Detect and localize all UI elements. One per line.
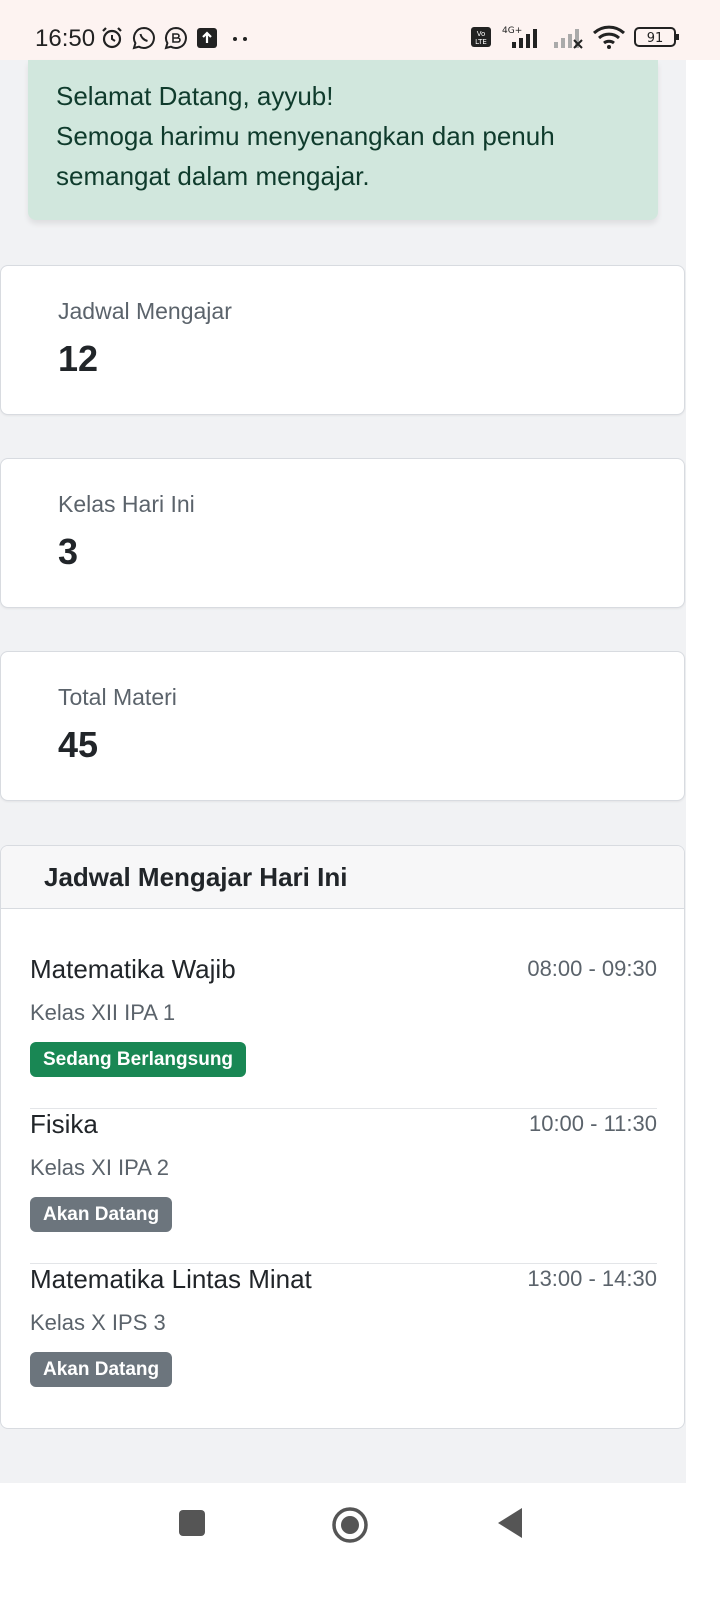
stat-label: Kelas Hari Ini [58, 491, 195, 517]
schedule-subject: Fisika [30, 1109, 98, 1139]
schedule-item[interactable]: Matematika Wajib 08:00 - 09:30 Kelas XII… [30, 954, 657, 1109]
wifi-icon [592, 24, 626, 55]
back-triangle-icon[interactable] [492, 1505, 528, 1546]
status-badge: Akan Datang [30, 1352, 173, 1387]
schedule-class: Kelas XII IPA 1 [30, 1000, 176, 1025]
dashboard-content[interactable]: Selamat Datang, ayyub! Semoga harimu men… [0, 60, 686, 1483]
stat-card-total-materi: Total Materi 45 [0, 651, 685, 801]
svg-text:LTE: LTE [475, 38, 487, 46]
home-circle-icon[interactable] [330, 1505, 370, 1550]
schedule-item[interactable]: Matematika Lintas Minat 13:00 - 14:30 Ke… [30, 1264, 657, 1419]
schedule-title: Jadwal Mengajar Hari Ini [1, 846, 684, 909]
schedule-time: 13:00 - 14:30 [527, 1266, 657, 1291]
welcome-greeting: Selamat Datang, ayyub! [56, 81, 334, 111]
stat-card-jadwal-mengajar: Jadwal Mengajar 12 [0, 265, 685, 415]
schedule-class: Kelas X IPS 3 [30, 1310, 166, 1335]
svg-text:Vo: Vo [477, 30, 486, 38]
schedule-subject: Matematika Wajib [30, 954, 236, 984]
battery-level: 91 [647, 31, 664, 46]
stat-label: Total Materi [58, 684, 177, 710]
status-badge: Akan Datang [30, 1197, 173, 1232]
status-bar: 16:50 Vo LTE 4G+ 91 [0, 0, 720, 60]
schedule-class: Kelas XI IPA 2 [30, 1155, 170, 1180]
schedule-time: 08:00 - 09:30 [527, 956, 657, 981]
upload-icon [196, 27, 218, 54]
network-type-label: 4G+ [502, 26, 522, 36]
schedule-item[interactable]: Fisika 10:00 - 11:30 Kelas XI IPA 2 Akan… [30, 1109, 657, 1264]
recents-square-icon[interactable] [174, 1505, 210, 1546]
schedule-subject: Matematika Lintas Minat [30, 1264, 312, 1294]
stat-card-kelas-hari-ini: Kelas Hari Ini 3 [0, 458, 685, 608]
schedule-time: 10:00 - 11:30 [528, 1111, 657, 1136]
status-badge: Sedang Berlangsung [30, 1042, 247, 1077]
signal-4g-icon: 4G+ [500, 24, 544, 55]
volte-icon: Vo LTE [470, 26, 492, 53]
stat-value: 3 [58, 531, 79, 572]
stat-label: Jadwal Mengajar [58, 298, 232, 324]
signal-no-service-icon [552, 24, 584, 55]
more-dots-icon [226, 27, 254, 54]
whatsapp-icon [132, 26, 156, 55]
welcome-message: Semoga harimu menyenangkan dan penuh sem… [56, 121, 555, 191]
stat-value: 45 [58, 724, 99, 765]
navigation-bar [0, 1483, 720, 1600]
welcome-alert: Selamat Datang, ayyub! Semoga harimu men… [28, 60, 658, 220]
whatsapp-business-icon [164, 26, 188, 55]
status-time: 16:50 [35, 25, 96, 52]
stat-value: 12 [58, 338, 99, 379]
alarm-icon [100, 26, 124, 55]
schedule-card: Jadwal Mengajar Hari Ini Matematika Waji… [0, 845, 685, 1429]
battery-icon: 91 [634, 25, 680, 54]
